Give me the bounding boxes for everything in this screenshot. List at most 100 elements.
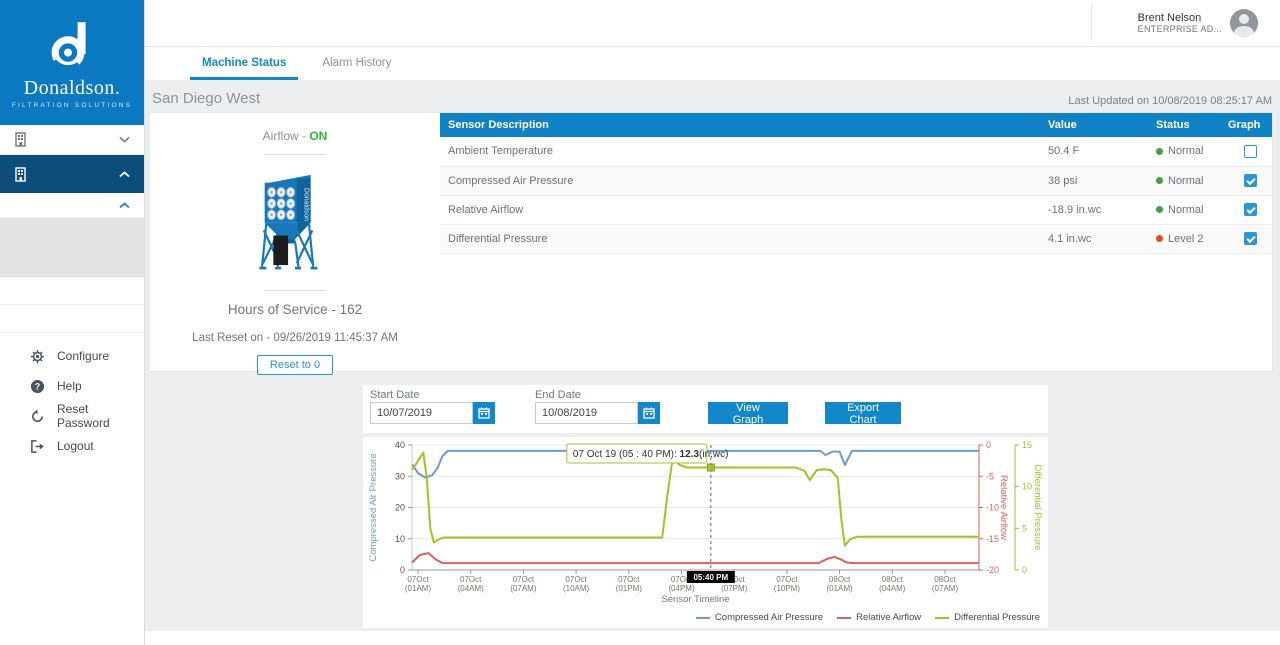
brand-logo: Donaldson. FILTRATION SOLUTIONS	[0, 0, 144, 125]
user-menu[interactable]: Brent Nelson ENTERPRISE AD...	[1091, 0, 1280, 46]
svg-text:07 Oct 19 (05 : 40 PM): 12.3(i: 07 Oct 19 (05 : 40 PM): 12.3(in.wc)	[573, 449, 729, 460]
calendar-icon	[478, 407, 490, 419]
legend-item[interactable]: Compressed Air Pressure	[696, 612, 823, 623]
sensor-value: 38 psi	[1040, 166, 1148, 195]
tab-alarm-history[interactable]: Alarm History	[310, 57, 403, 80]
graph-checkbox[interactable]	[1244, 145, 1257, 158]
svg-text:(01PM): (01PM)	[616, 584, 643, 593]
sidebar-footer: Configure ? Help Reset Password Logout	[0, 341, 144, 461]
content-area: San Diego West Last Updated on 10/08/201…	[145, 80, 1280, 631]
svg-text:Donaldson: Donaldson	[303, 188, 310, 221]
end-date-calendar-button[interactable]	[638, 402, 660, 424]
svg-text:-10: -10	[986, 503, 999, 513]
svg-text:10: 10	[1022, 482, 1032, 492]
svg-text:-20: -20	[986, 565, 999, 575]
calendar-icon	[643, 407, 655, 419]
avatar[interactable]	[1230, 9, 1258, 37]
svg-text:(07AM): (07AM)	[510, 584, 537, 593]
sidebar-item-selected-machine[interactable]	[0, 218, 144, 277]
sidebar-item-configure[interactable]: Configure	[0, 341, 144, 371]
sidebar-item-label: Logout	[57, 439, 94, 453]
machine-panel: Airflow - ON Donaldson	[150, 113, 440, 371]
gear-icon	[30, 349, 45, 364]
svg-text:07Oct: 07Oct	[776, 575, 798, 584]
machine-status-card: Airflow - ON Donaldson	[150, 113, 1272, 371]
divider	[264, 154, 326, 155]
user-name: Brent Nelson	[1138, 12, 1222, 24]
table-header-row: Sensor Description Value Status Graph	[440, 113, 1272, 137]
graph-checkbox[interactable]	[1244, 174, 1257, 187]
svg-text:40: 40	[395, 440, 405, 450]
sidebar-item-reset-password[interactable]: Reset Password	[0, 401, 144, 431]
right-axis-title: Relative Airflow	[998, 475, 1009, 540]
table-row: Compressed Air Pressure38 psiNormal	[440, 166, 1272, 195]
status-dot-icon	[1156, 148, 1163, 155]
chevron-up-icon	[119, 202, 130, 209]
sensor-chart[interactable]: 0102030400-5-10-15-20151050Compressed Ai…	[363, 437, 1048, 607]
sensor-chart-card: 0102030400-5-10-15-20151050Compressed Ai…	[363, 437, 1048, 628]
svg-text:0: 0	[1022, 565, 1027, 575]
view-graph-button[interactable]: View Graph	[708, 402, 788, 424]
chevron-down-icon	[119, 136, 130, 143]
start-date-input[interactable]	[370, 402, 473, 424]
sidebar-item-company[interactable]	[0, 125, 144, 155]
legend-item[interactable]: Differential Pressure	[935, 612, 1040, 623]
graph-checkbox[interactable]	[1244, 203, 1257, 216]
series-differential-pressure	[413, 453, 979, 546]
svg-text:(01AM): (01AM)	[405, 584, 432, 593]
marker-point[interactable]	[707, 464, 714, 471]
brand-tagline: FILTRATION SOLUTIONS	[12, 102, 132, 109]
sidebar-item-empty[interactable]	[0, 277, 144, 305]
svg-text:08Oct: 08Oct	[882, 575, 904, 584]
start-date-calendar-button[interactable]	[473, 402, 495, 424]
reset-to-zero-button[interactable]: Reset to 0	[257, 355, 333, 375]
end-date-label: End Date	[535, 389, 581, 401]
chevron-up-icon	[119, 171, 130, 178]
bottom-strip	[145, 631, 1280, 645]
sidebar-item-site-active[interactable]	[0, 155, 144, 193]
chart-legend: Compressed Air Pressure Relative Airflow D…	[696, 612, 1040, 623]
sidebar-item-logout[interactable]: Logout	[0, 431, 144, 461]
last-updated: Last Updated on 10/08/2019 08:25:17 AM	[1068, 95, 1272, 107]
svg-text:07Oct: 07Oct	[618, 575, 640, 584]
svg-text:10: 10	[395, 534, 405, 544]
airflow-status: Airflow - ON	[150, 129, 440, 143]
svg-text:(10AM): (10AM)	[563, 584, 590, 593]
hours-of-service: Hours of Service - 162	[150, 302, 440, 317]
tab-machine-status[interactable]: Machine Status	[190, 57, 298, 80]
legend-item[interactable]: Relative Airflow	[837, 612, 921, 623]
divider	[264, 290, 326, 291]
svg-text:15: 15	[1022, 440, 1032, 450]
graph-checkbox[interactable]	[1244, 232, 1257, 245]
table-row: Differential Pressure4.1 in.wcLevel 2	[440, 224, 1272, 253]
legend-label: Compressed Air Pressure	[715, 612, 823, 623]
svg-text:(07AM): (07AM)	[932, 584, 959, 593]
sensor-table-body: Ambient Temperature50.4 FNormalCompresse…	[440, 137, 1272, 253]
end-date-input[interactable]	[535, 402, 638, 424]
dust-collector-image: Donaldson	[243, 166, 347, 274]
logout-icon	[30, 439, 45, 454]
sensor-status: Normal	[1148, 166, 1228, 195]
svg-text:20: 20	[395, 503, 405, 513]
divider	[1091, 5, 1092, 41]
legend-dash-icon	[837, 617, 851, 619]
sidebar-item-machine-group[interactable]	[0, 193, 144, 218]
sidebar-item-label: Configure	[57, 349, 109, 363]
svg-text:5: 5	[1022, 523, 1027, 533]
sensor-description: Compressed Air Pressure	[440, 166, 1040, 195]
svg-text:(04PM): (04PM)	[668, 584, 695, 593]
donaldson-logo-icon	[43, 19, 101, 75]
svg-text:07Oct: 07Oct	[407, 575, 429, 584]
sidebar-item-help[interactable]: ? Help	[0, 371, 144, 401]
page-title: San Diego West	[152, 90, 260, 107]
export-chart-button[interactable]: Export Chart	[825, 402, 901, 424]
svg-text:0: 0	[986, 440, 991, 450]
tab-bar: Machine Status Alarm History	[145, 47, 1280, 80]
sidebar-item-empty[interactable]	[0, 305, 144, 333]
legend-dash-icon	[696, 617, 710, 619]
sidebar: Donaldson. FILTRATION SOLUTIONS Configur…	[0, 0, 145, 645]
sensor-value: 4.1 in.wc	[1040, 224, 1148, 253]
sensor-description: Relative Airflow	[440, 195, 1040, 224]
svg-text:07Oct: 07Oct	[565, 575, 587, 584]
svg-text:-15: -15	[986, 534, 999, 544]
